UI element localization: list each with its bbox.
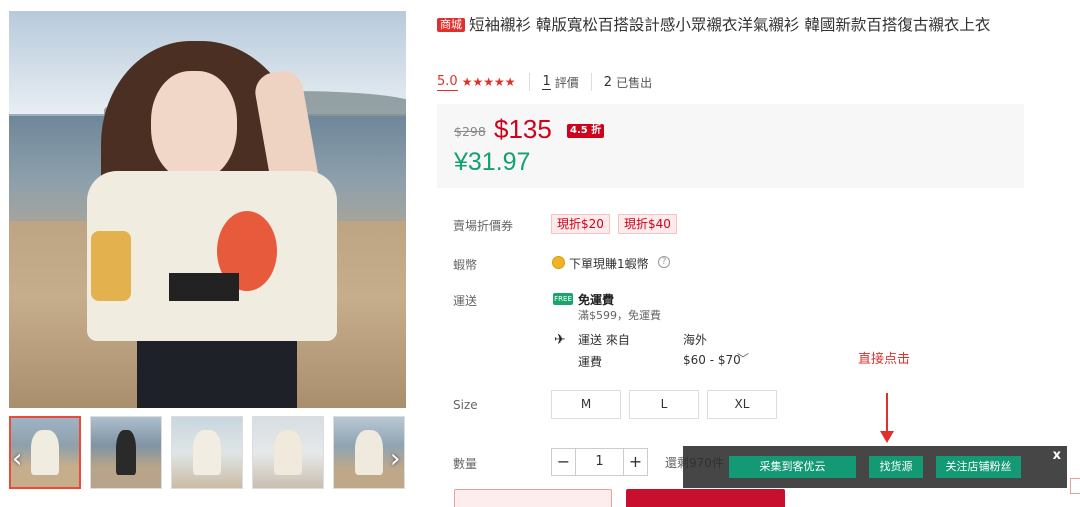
sold-count: 2 bbox=[603, 74, 613, 90]
annotation-text: 直接点击 bbox=[858, 352, 911, 367]
current-price: $135 bbox=[494, 114, 552, 144]
quantity-label: 數量 bbox=[453, 457, 478, 471]
thumbnail-prev-arrow[interactable]: ‹ bbox=[12, 446, 22, 472]
find-source-button[interactable]: 找货源 bbox=[869, 456, 923, 478]
coin-text: 下單現賺1蝦幣 bbox=[569, 257, 649, 271]
thumbnail[interactable] bbox=[90, 416, 162, 489]
shipping-fee-value[interactable]: $60 - $70 bbox=[683, 353, 741, 367]
thumbnail[interactable] bbox=[252, 416, 324, 489]
rating-row: 5.0 ★★★★★ 1 評價 2 已售出 bbox=[437, 72, 664, 92]
thumbnail[interactable] bbox=[171, 416, 243, 489]
coupon-tag[interactable]: 現折$40 bbox=[618, 214, 677, 234]
size-label: Size bbox=[453, 398, 478, 412]
annotation-arrow-head bbox=[880, 431, 894, 443]
thumbnail-next-arrow[interactable]: › bbox=[390, 446, 400, 472]
size-option-m[interactable]: M bbox=[551, 390, 621, 419]
plugin-toolbar: 采集到客优云 找货源 关注店铺粉丝 x bbox=[683, 446, 1067, 488]
coupon-tag[interactable]: 現折$20 bbox=[551, 214, 610, 234]
thumbnail-strip bbox=[9, 416, 406, 490]
free-shipping-min: 滿$599，免運費 bbox=[578, 309, 661, 322]
rating-score[interactable]: 5.0 bbox=[437, 74, 458, 91]
coupon-label: 賣場折價券 bbox=[453, 219, 514, 233]
product-title-text: 短袖襯衫 韓版寬松百搭設計感小眾襯衣洋氣襯衫 韓國新款百搭復古襯衣上衣 bbox=[469, 16, 991, 34]
divider bbox=[590, 73, 592, 91]
plane-icon: ✈ bbox=[554, 332, 566, 348]
size-option-xl[interactable]: XL bbox=[707, 390, 777, 419]
star-icon: ★★★★★ bbox=[461, 75, 516, 89]
free-shipping-text: 免運費 bbox=[578, 293, 615, 307]
price-box: $298 $135 4.5 折 ¥31.97 bbox=[437, 104, 1024, 188]
shipping-label: 運送 bbox=[453, 294, 478, 308]
ship-origin: 海外 bbox=[683, 333, 708, 347]
review-count[interactable]: 1 bbox=[542, 74, 551, 90]
review-label: 評價 bbox=[554, 75, 579, 90]
coin-label: 蝦幣 bbox=[453, 258, 478, 272]
close-icon[interactable]: x bbox=[1053, 448, 1061, 463]
size-option-l[interactable]: L bbox=[629, 390, 699, 419]
follow-shop-fans-button[interactable]: 关注店铺粉丝 bbox=[936, 456, 1021, 478]
shipping-fee-label: 運費 bbox=[578, 355, 603, 369]
free-shipping-icon: FREE bbox=[553, 293, 573, 305]
product-title: 商城 短袖襯衫 韓版寬松百搭設計感小眾襯衣洋氣襯衫 韓國新款百搭復古襯衣上衣 bbox=[437, 15, 1027, 36]
image-model-face bbox=[151, 71, 237, 181]
image-shirt-pattern bbox=[91, 231, 131, 301]
quantity-decrease-button[interactable]: − bbox=[551, 448, 576, 476]
side-widget[interactable] bbox=[1070, 478, 1080, 494]
buy-now-button[interactable] bbox=[626, 489, 785, 507]
quantity-increase-button[interactable]: + bbox=[623, 448, 648, 476]
annotation-arrow-line bbox=[886, 393, 888, 435]
add-to-cart-button[interactable] bbox=[454, 489, 612, 507]
coin-icon bbox=[552, 256, 565, 269]
help-icon[interactable]: ? bbox=[658, 256, 670, 268]
quantity-input[interactable]: 1 bbox=[576, 448, 623, 476]
discount-badge: 4.5 折 bbox=[567, 124, 605, 138]
mall-badge: 商城 bbox=[437, 18, 465, 32]
original-price: $298 bbox=[454, 124, 486, 139]
image-shirt-pattern bbox=[169, 273, 239, 301]
chevron-down-icon[interactable]: ﹀ bbox=[737, 350, 749, 367]
image-model-skirt bbox=[137, 341, 297, 408]
divider bbox=[529, 73, 531, 91]
collect-button[interactable]: 采集到客优云 bbox=[729, 456, 856, 478]
sold-label: 已售出 bbox=[616, 75, 653, 90]
converted-price: ¥31.97 bbox=[454, 148, 531, 176]
product-main-image[interactable] bbox=[9, 11, 406, 408]
ship-from-label: 運送 來自 bbox=[578, 333, 630, 347]
